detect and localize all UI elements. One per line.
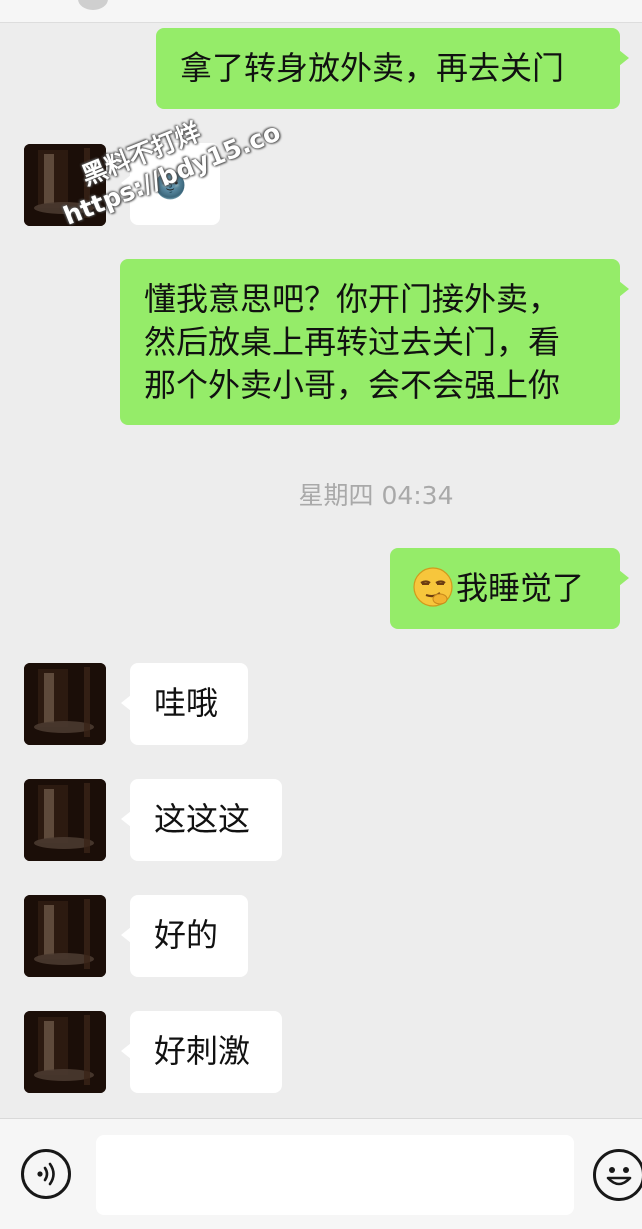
message-line: 懂我意思吧？你开门接外卖，: [144, 280, 561, 318]
contact-avatar[interactable]: [24, 663, 106, 745]
contact-avatar[interactable]: [24, 895, 106, 977]
chat-timestamp: 星期四 04:34: [298, 481, 454, 510]
contact-avatar[interactable]: [24, 1011, 106, 1093]
message-bubble-incoming[interactable]: 好的: [121, 895, 248, 977]
message-text: 我睡觉了: [456, 569, 585, 607]
message-text: 哇哦: [154, 684, 219, 722]
message-text: 好刺激: [154, 1032, 251, 1070]
smirk-emoji-icon: [413, 567, 453, 607]
message-bubble-incoming[interactable]: 哇哦: [121, 663, 248, 745]
voice-icon: [37, 1162, 55, 1186]
message-line: 那个外卖小哥，会不会强上你: [144, 366, 561, 404]
message-bubble-outgoing[interactable]: 懂我意思吧？你开门接外卖， 然后放桌上再转过去关门，看 那个外卖小哥，会不会强上…: [120, 259, 629, 425]
top-bar-partial: [0, 0, 642, 23]
partial-element: [78, 0, 108, 10]
message-bubble-outgoing[interactable]: 我睡觉了: [390, 548, 629, 629]
message-bubble-incoming[interactable]: 这这这: [121, 779, 282, 861]
emoji-button[interactable]: [593, 1149, 642, 1201]
contact-avatar[interactable]: [24, 779, 106, 861]
message-bubble-incoming[interactable]: 好刺激: [121, 1011, 282, 1093]
chat-screen: 拿了转身放外卖，再去关门 🌚 黑料不打烊 https://bdy15.co 懂我…: [0, 0, 642, 1229]
message-text: 拿了转身放外卖，再去关门: [180, 49, 565, 87]
message-bubble-outgoing[interactable]: 拿了转身放外卖，再去关门: [156, 28, 629, 109]
voice-button[interactable]: [21, 1149, 71, 1199]
message-text: 好的: [154, 916, 219, 954]
message-input[interactable]: [96, 1135, 574, 1215]
message-line: 然后放桌上再转过去关门，看: [144, 323, 561, 361]
input-bar: [0, 1118, 642, 1229]
emoji-face-icon: [606, 1167, 632, 1186]
message-text: 这这这: [154, 800, 251, 838]
